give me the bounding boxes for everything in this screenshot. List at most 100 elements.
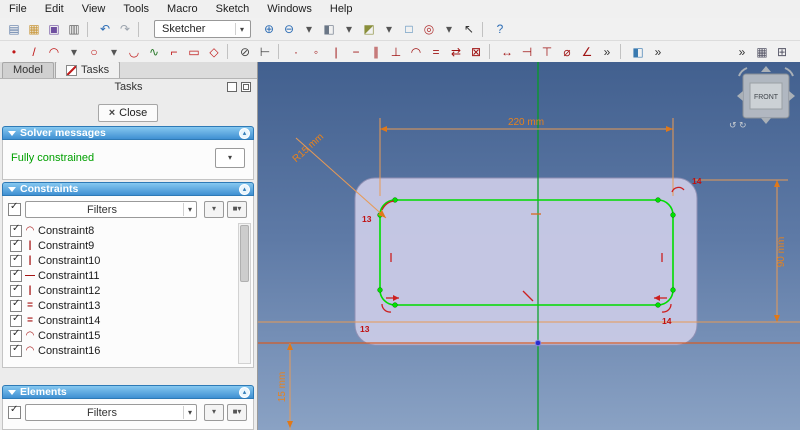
constraint-row[interactable]: = Constraint14 — [6, 313, 236, 328]
constraint-checkbox[interactable] — [10, 268, 22, 282]
dimension-radius[interactable]: R15 mm — [291, 131, 387, 219]
menu-item[interactable]: Windows — [258, 0, 321, 18]
constrain-distance-icon[interactable]: ↔ — [497, 43, 517, 61]
view-front-icon[interactable]: □ — [399, 20, 419, 38]
constraint-row[interactable]: = Constraint13 — [6, 298, 236, 313]
filter-checkbox[interactable] — [8, 404, 21, 419]
zoom-selection-icon[interactable]: ⊖ — [279, 20, 299, 38]
menu-item[interactable]: Edit — [36, 0, 73, 18]
axonometric-view-icon[interactable]: ◩ — [359, 20, 379, 38]
close-task-button[interactable]: Close — [98, 104, 158, 122]
save-icon[interactable]: ▣ — [44, 20, 64, 38]
dropdown-icon[interactable]: ▾ — [379, 20, 399, 38]
toggle-grid-icon[interactable]: ▦ — [752, 43, 772, 61]
elements-settings-button[interactable]: ▾ — [204, 404, 224, 421]
dimension-offset[interactable]: 15 mm — [277, 343, 293, 430]
create-circle-icon[interactable]: ○ — [84, 43, 104, 61]
draw-style-icon[interactable]: ◧ — [319, 20, 339, 38]
dropdown-icon[interactable]: ▾ — [64, 43, 84, 61]
menu-item[interactable]: View — [73, 0, 115, 18]
workbench-selector[interactable]: Sketcher — [154, 20, 251, 38]
constrain-equal-icon[interactable]: = — [426, 43, 446, 61]
extend-edge-icon[interactable]: ⊢ — [255, 43, 275, 61]
open-document-icon[interactable]: ▦ — [24, 20, 44, 38]
constrain-parallel-icon[interactable]: ∥ — [366, 43, 386, 61]
constrain-radius-icon[interactable]: ⌀ — [557, 43, 577, 61]
dropdown-icon[interactable]: ▾ — [339, 20, 359, 38]
constrain-vertical-icon[interactable]: | — [326, 43, 346, 61]
toggle-construction-icon[interactable]: ◧ — [628, 43, 648, 61]
constrain-distance-y-icon[interactable]: ⊤ — [537, 43, 557, 61]
constraints-scrollbar[interactable] — [238, 223, 251, 364]
constraint-checkbox[interactable] — [10, 238, 22, 252]
sketch-face[interactable] — [354, 177, 698, 346]
constraint-checkbox[interactable] — [10, 328, 22, 342]
constraint-checkbox[interactable] — [10, 313, 22, 327]
elements-options-button[interactable]: ■▾ — [227, 404, 247, 421]
constraint-row[interactable]: ◠ Constraint16 — [6, 343, 236, 358]
collapse-section-icon[interactable] — [239, 128, 250, 139]
create-line-icon[interactable]: / — [24, 43, 44, 61]
constraint-row[interactable]: — Constraint11 — [6, 268, 236, 283]
vertex-point[interactable] — [377, 287, 383, 293]
solver-options-dropdown[interactable] — [215, 148, 245, 168]
constraints-settings-button[interactable]: ▾ — [204, 201, 224, 218]
create-arc-icon[interactable]: ◠ — [44, 43, 64, 61]
trim-edge-icon[interactable]: ⊘ — [235, 43, 255, 61]
dropdown-icon[interactable]: ▾ — [439, 20, 459, 38]
new-document-icon[interactable]: ▤ — [4, 20, 24, 38]
vertex-point[interactable] — [655, 197, 661, 203]
undo-icon[interactable]: ↶ — [95, 20, 115, 38]
constrain-distance-x-icon[interactable]: ⊣ — [517, 43, 537, 61]
create-bspline-icon[interactable]: ∿ — [144, 43, 164, 61]
constrain-perpendicular-icon[interactable]: ⊥ — [386, 43, 406, 61]
create-polygon-icon[interactable]: ◇ — [204, 43, 224, 61]
overflow-chevron-icon[interactable]: » — [597, 43, 617, 61]
close-panel-icon[interactable] — [241, 82, 251, 92]
float-panel-icon[interactable] — [227, 82, 237, 92]
filter-checkbox[interactable] — [8, 201, 21, 216]
overflow-chevron-icon[interactable]: » — [732, 43, 752, 61]
scrollbar-thumb[interactable] — [240, 225, 249, 282]
create-rectangle-icon[interactable]: ▭ — [184, 43, 204, 61]
print-icon[interactable]: ▥ — [64, 20, 84, 38]
dimension-height[interactable]: 90 mm — [695, 179, 788, 322]
collapse-section-icon[interactable] — [239, 387, 250, 398]
constraints-options-button[interactable]: ■▾ — [227, 201, 247, 218]
constraints-header[interactable]: Constraints — [2, 182, 254, 196]
dock-tab[interactable]: Model — [2, 62, 54, 78]
dock-tab[interactable]: Tasks — [54, 62, 121, 78]
dropdown-icon[interactable]: ▾ — [104, 43, 124, 61]
constrain-horizontal-icon[interactable]: − — [346, 43, 366, 61]
toggle-snap-icon[interactable]: ⊞ — [772, 43, 792, 61]
constraint-row[interactable]: | Constraint10 — [6, 253, 236, 268]
constraints-filter-dropdown[interactable]: Filters — [25, 201, 197, 218]
rotate-ccw-icon[interactable]: ↺ — [729, 120, 737, 130]
constraint-row[interactable]: | Constraint9 — [6, 238, 236, 253]
menu-item[interactable]: Macro — [158, 0, 207, 18]
constrain-block-icon[interactable]: ⊠ — [466, 43, 486, 61]
constrain-point-on-object-icon[interactable]: ◦ — [306, 43, 326, 61]
measure-icon[interactable]: ◎ — [419, 20, 439, 38]
constraint-checkbox[interactable] — [10, 253, 22, 267]
menu-item[interactable]: Tools — [114, 0, 158, 18]
3d-viewport[interactable]: 220 mm 90 mm R15 mm 15 mm 13 14 13 14 FR… — [258, 62, 800, 430]
constraint-row[interactable]: ◠ Constraint8 — [6, 223, 236, 238]
constraint-checkbox[interactable] — [10, 223, 22, 237]
select-arrow-icon[interactable]: ↖ — [459, 20, 479, 38]
vertex-point[interactable] — [392, 302, 398, 308]
constrain-coincident-icon[interactable]: · — [286, 43, 306, 61]
solver-messages-header[interactable]: Solver messages — [2, 126, 254, 140]
create-point-icon[interactable]: • — [4, 43, 24, 61]
navigation-cube[interactable]: FRONT ↺ ↻ — [729, 66, 795, 130]
constraint-checkbox[interactable] — [10, 343, 22, 357]
create-conic-icon[interactable]: ◡ — [124, 43, 144, 61]
whats-this-icon[interactable]: ? — [490, 20, 510, 38]
menu-item[interactable]: Sketch — [207, 0, 259, 18]
menu-item[interactable]: File — [0, 0, 36, 18]
vertex-point[interactable] — [655, 302, 661, 308]
constraint-row[interactable]: ◠ Constraint15 — [6, 328, 236, 343]
constraint-checkbox[interactable] — [10, 283, 22, 297]
constrain-tangent-icon[interactable]: ◠ — [406, 43, 426, 61]
create-polyline-icon[interactable]: ⌐ — [164, 43, 184, 61]
